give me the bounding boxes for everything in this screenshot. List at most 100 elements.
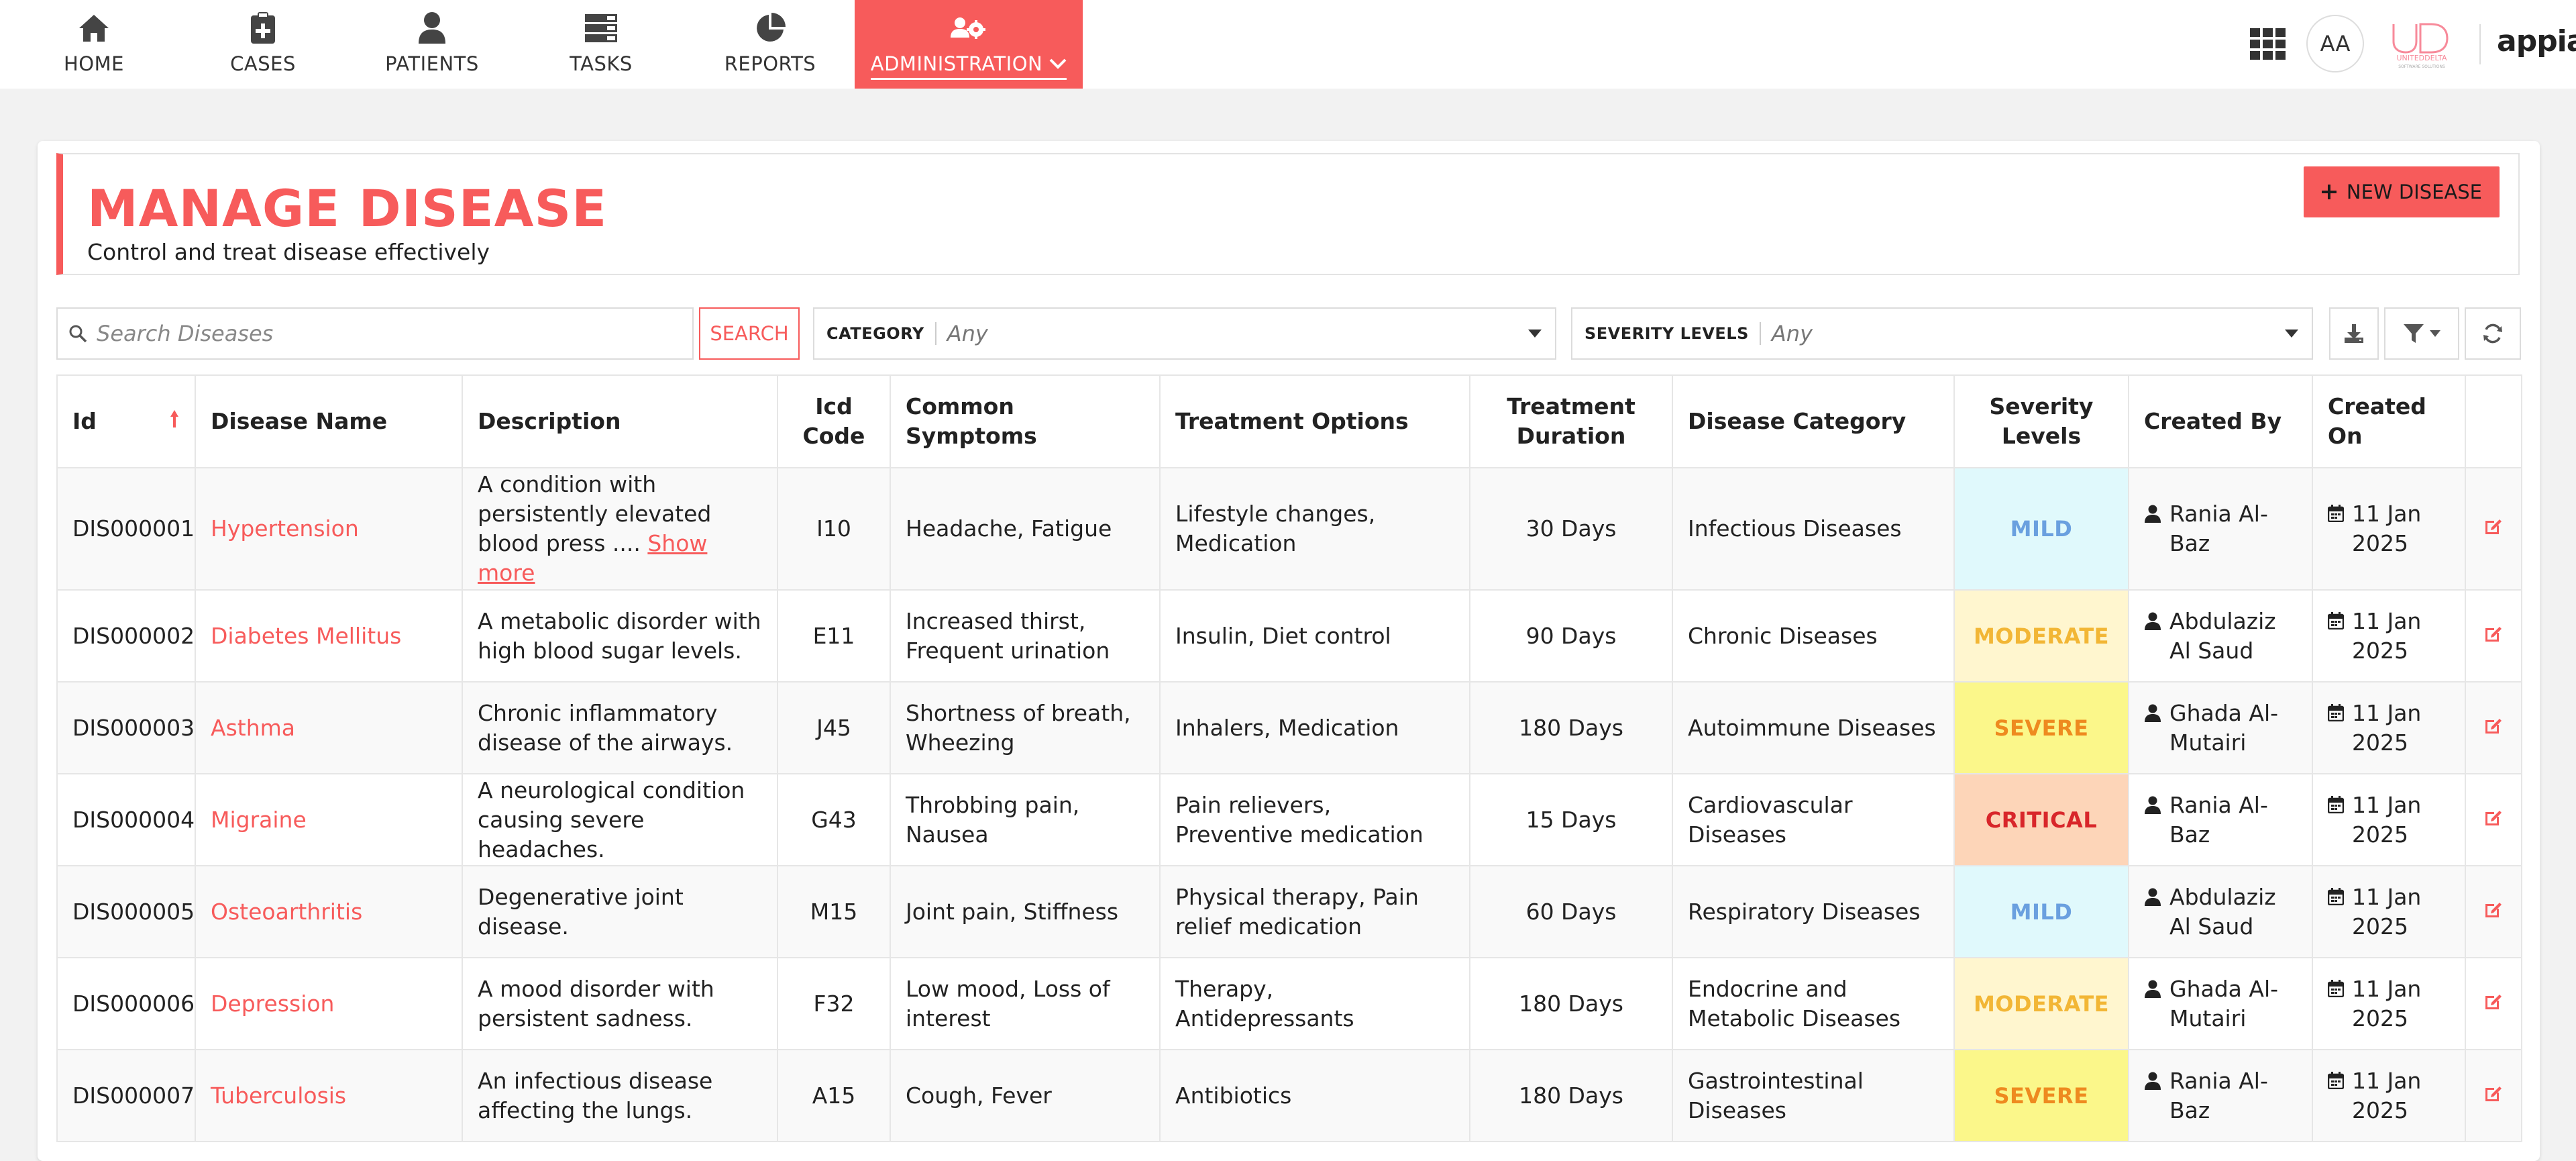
cell-common-symptoms: Headache, Fatigue	[890, 467, 1161, 591]
created-by: Rania Al-Baz	[2144, 791, 2297, 850]
edit-button[interactable]	[2465, 773, 2522, 866]
created-by: Ghada Al-Mutairi	[2144, 974, 2297, 1033]
disease-name-link[interactable]: Hypertension	[211, 515, 359, 542]
sort-ascending-icon	[169, 407, 180, 436]
cell-treatment-duration: 180 Days	[1469, 681, 1673, 774]
cell-common-symptoms: Throbbing pain, Nausea	[890, 773, 1161, 866]
download-button[interactable]	[2329, 307, 2379, 360]
cell-treatment-duration: 180 Days	[1469, 1049, 1673, 1142]
search-icon	[69, 325, 87, 343]
disease-name-link[interactable]: Depression	[211, 991, 334, 1017]
edit-button[interactable]	[2465, 957, 2522, 1050]
disease-name-link[interactable]: Tuberculosis	[211, 1082, 346, 1109]
cell-treatment-options: Pain relievers, Preventive medication	[1159, 773, 1470, 866]
edit-button[interactable]	[2465, 589, 2522, 683]
cell-disease-category: Infectious Diseases	[1672, 467, 1955, 591]
edit-button[interactable]	[2465, 865, 2522, 958]
cell-description: A neurological condition causing severe …	[462, 773, 778, 866]
severity-dropdown[interactable]: SEVERITY LEVELS Any	[1571, 307, 2313, 360]
created-on: 11 Jan 2025	[2328, 607, 2450, 666]
chevron-down-icon	[1049, 58, 1067, 69]
user-icon	[2145, 612, 2161, 630]
cell-icd-code: G43	[777, 773, 891, 866]
severity-badge: SEVERE	[1953, 681, 2129, 774]
cell-icd-code: M15	[777, 865, 891, 958]
user-avatar[interactable]: AA	[2306, 15, 2364, 72]
calendar-icon	[2328, 1071, 2344, 1089]
cell-disease-name: Diabetes Mellitus	[195, 589, 463, 683]
table-header-row: Id Disease Name Description Icd Code Comm…	[56, 374, 2522, 468]
cell-treatment-duration: 180 Days	[1469, 957, 1673, 1050]
cell-id: DIS000004	[56, 773, 196, 866]
nav-tasks[interactable]: TASKS	[547, 0, 655, 89]
category-dropdown[interactable]: CATEGORY Any	[813, 307, 1556, 360]
cell-id: DIS000003	[56, 681, 196, 774]
disease-name-link[interactable]: Osteoarthritis	[211, 899, 362, 925]
severity-label: SEVERITY LEVELS	[1572, 322, 1761, 345]
cell-created-on: 11 Jan 2025	[2312, 957, 2466, 1050]
cell-created-by: Ghada Al-Mutairi	[2128, 957, 2313, 1050]
edit-icon	[2485, 810, 2502, 825]
caret-down-icon	[1528, 330, 1542, 338]
cell-common-symptoms: Cough, Fever	[890, 1049, 1161, 1142]
page-header: MANAGE DISEASE Control and treat disease…	[56, 153, 2520, 275]
nav-cases[interactable]: CASES	[209, 0, 317, 89]
cell-disease-name: Migraine	[195, 773, 463, 866]
edit-icon	[2485, 519, 2502, 534]
edit-button[interactable]	[2465, 1049, 2522, 1142]
created-by: Rania Al-Baz	[2144, 1066, 2297, 1125]
header-separator	[2479, 24, 2481, 64]
app-grid-icon[interactable]	[2250, 28, 2286, 60]
column-header-description[interactable]: Description	[462, 374, 778, 468]
users-cog-icon	[950, 9, 987, 47]
column-header-disease-name[interactable]: Disease Name	[195, 374, 463, 468]
severity-badge: SEVERE	[1953, 1049, 2129, 1142]
calendar-icon	[2328, 505, 2344, 522]
table-row: DIS000006 Depression A mood disorder with …	[56, 957, 2522, 1050]
column-header-actions	[2465, 374, 2522, 468]
cell-treatment-options: Antibiotics	[1159, 1049, 1470, 1142]
refresh-button[interactable]	[2465, 307, 2521, 360]
column-header-icd-code[interactable]: Icd Code	[777, 374, 891, 468]
nav-home[interactable]: HOME	[40, 0, 148, 89]
search-input[interactable]	[97, 321, 674, 346]
calendar-icon	[2328, 703, 2344, 721]
cell-icd-code: A15	[777, 1049, 891, 1142]
edit-button[interactable]	[2465, 681, 2522, 774]
created-by: Rania Al-Baz	[2144, 499, 2297, 558]
cell-description: A condition with persistently elevated b…	[462, 467, 778, 591]
column-header-severity-levels[interactable]: Severity Levels	[1953, 374, 2129, 468]
edit-icon	[2485, 718, 2502, 734]
nav-label: PATIENTS	[385, 52, 479, 75]
severity-badge: MODERATE	[1953, 957, 2129, 1050]
cell-disease-name: Asthma	[195, 681, 463, 774]
disease-name-link[interactable]: Asthma	[211, 715, 295, 741]
table-body: DIS000001 Hypertension A condition with pe…	[56, 467, 2522, 1142]
disease-name-link[interactable]: Diabetes Mellitus	[211, 623, 401, 649]
cell-id: DIS000005	[56, 865, 196, 958]
nav-label: CASES	[230, 52, 296, 75]
edit-button[interactable]	[2465, 467, 2522, 591]
disease-name-link[interactable]: Migraine	[211, 807, 307, 833]
nav-patients[interactable]: PATIENTS	[378, 0, 486, 89]
filter-button[interactable]	[2384, 307, 2459, 360]
nav-administration[interactable]: ADMINISTRATION	[855, 0, 1083, 89]
new-disease-button[interactable]: NEW DISEASE	[2303, 166, 2500, 217]
column-header-created-by[interactable]: Created By	[2128, 374, 2313, 468]
search-button[interactable]: SEARCH	[699, 307, 800, 360]
column-header-treatment-duration[interactable]: Treatment Duration	[1469, 374, 1673, 468]
column-header-created-on[interactable]: Created On	[2312, 374, 2466, 468]
cell-common-symptoms: Shortness of breath, Wheezing	[890, 681, 1161, 774]
cell-treatment-options: Physical therapy, Pain relief medication	[1159, 865, 1470, 958]
column-header-disease-category[interactable]: Disease Category	[1672, 374, 1955, 468]
nav-reports[interactable]: REPORTS	[716, 0, 824, 89]
cell-created-on: 11 Jan 2025	[2312, 1049, 2466, 1142]
created-by: Abdulaziz Al Saud	[2144, 882, 2297, 942]
cell-created-on: 11 Jan 2025	[2312, 467, 2466, 591]
column-header-treatment-options[interactable]: Treatment Options	[1159, 374, 1470, 468]
column-header-common-symptoms[interactable]: Common Symptoms	[890, 374, 1161, 468]
column-header-id[interactable]: Id	[56, 374, 196, 468]
user-icon	[2145, 505, 2161, 523]
cell-treatment-options: Therapy, Antidepressants	[1159, 957, 1470, 1050]
severity-badge: MODERATE	[1953, 589, 2129, 683]
